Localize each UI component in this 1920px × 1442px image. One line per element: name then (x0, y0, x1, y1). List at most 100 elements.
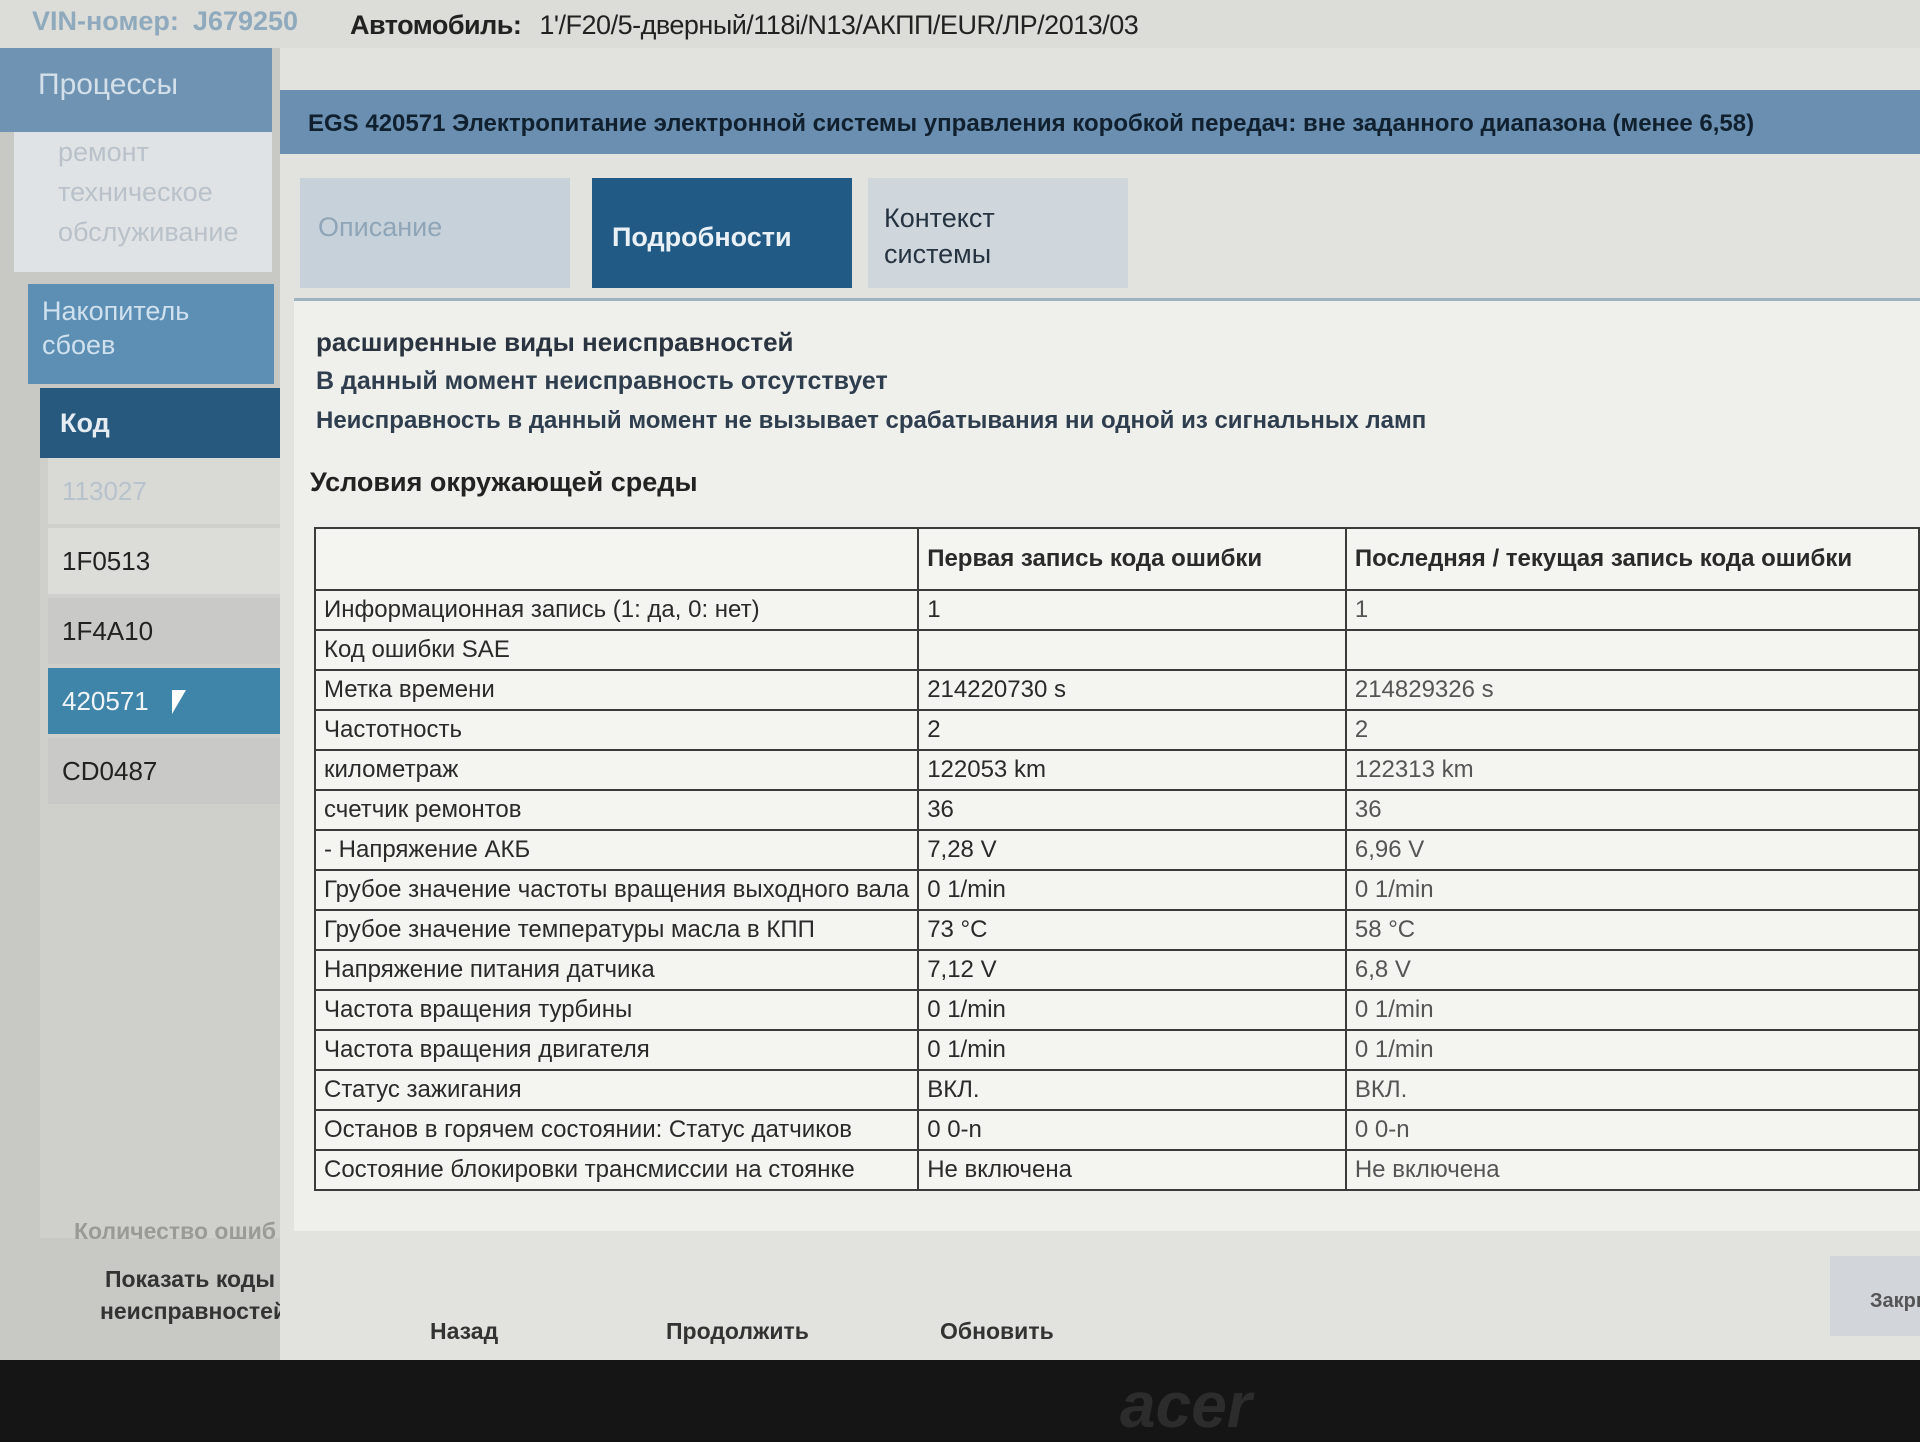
code-column-header[interactable]: Код (40, 388, 280, 458)
list-item[interactable]: 1F4A10 (48, 598, 280, 664)
row-label: Останов в горячем состоянии: Статус датч… (313, 1109, 920, 1151)
table-row: Состояние блокировки трансмиссии на стоя… (313, 1149, 1920, 1191)
first-record-value: 122053 km (917, 749, 1347, 791)
vehicle-label: Автомобиль: (350, 10, 522, 40)
table-row: Метка времени 214220730 s 214829326 s (313, 669, 1920, 711)
mouse-cursor-icon (172, 690, 186, 714)
app-screen: VIN-номер: J679250 Автомобиль: 1'/F20/5-дв… (0, 0, 1920, 1360)
table-row: Частотность 2 2 (313, 709, 1920, 751)
last-record-value (1344, 629, 1920, 671)
row-label: километраж (313, 749, 920, 791)
error-count-label: Количество ошиб (74, 1218, 277, 1244)
first-record-value: 214220730 s (917, 669, 1347, 711)
sidebar-item-label: ремонт (58, 137, 149, 167)
list-item-selected[interactable]: 420571 (48, 668, 280, 734)
details-content: расширенные виды неисправностей В данный… (294, 298, 1920, 1231)
sidebar-item-label: Накопитель (42, 296, 190, 326)
sidebar: Процессы ремонт техническое обслуживание… (0, 48, 287, 1360)
warning-lamp-status-text: Неисправность в данный момент не вызывае… (316, 407, 1427, 434)
table-row: километраж 122053 km 122313 km (313, 749, 1920, 791)
tab-details[interactable]: Подробности (592, 178, 852, 288)
table-row: - Напряжение АКБ 7,28 V 6,96 V (313, 829, 1920, 871)
first-record-value (917, 629, 1347, 671)
continue-button[interactable]: Продолжить (666, 1318, 809, 1345)
sidebar-item-label: техническое (58, 177, 213, 207)
close-button[interactable]: Закрыть (1830, 1256, 1920, 1336)
vin-value: J679250 (192, 6, 299, 36)
last-record-value: 214829326 s (1344, 669, 1920, 711)
table-row: Частота вращения турбины 0 1/min 0 1/min (313, 989, 1920, 1031)
first-record-value: 0 1/min (917, 1029, 1347, 1071)
fault-code-list: Код 113027 1F0513 1F4A10 420571 CD0487 (40, 388, 280, 1238)
sidebar-item-label: обслуживание (58, 217, 239, 247)
first-record-value: Не включена (917, 1149, 1347, 1191)
first-record-value: 73 °C (917, 909, 1347, 951)
list-item[interactable]: 1F0513 (48, 528, 280, 594)
brand-logo: acer (1120, 1369, 1252, 1441)
main-panel: ЕGS 420571 Электропитание электронной си… (280, 48, 1920, 1360)
first-record-value: 2 (917, 709, 1347, 751)
table-row: Частота вращения двигателя 0 1/min 0 1/min (313, 1029, 1920, 1071)
refresh-button[interactable]: Обновить (940, 1318, 1054, 1345)
fault-status-text: В данный момент неисправность отсутствуе… (316, 367, 888, 395)
tab-bar: Описание Подробности Контекст системы (300, 178, 1200, 298)
table-row: Грубое значение частоты вращения выходно… (313, 869, 1920, 911)
table-header-row: Первая запись кода ошибки Последняя / те… (313, 527, 1920, 591)
show-fault-codes-button[interactable]: Показать коды неисправностей (100, 1263, 287, 1327)
vehicle-header: VIN-номер: J679250 Автомобиль: 1'/F20/5-дв… (0, 0, 1920, 48)
back-button[interactable]: Назад (430, 1318, 498, 1345)
tab-description[interactable]: Описание (300, 178, 570, 288)
list-item[interactable]: CD0487 (48, 738, 280, 804)
last-record-value: 122313 km (1344, 749, 1920, 791)
table-row: счетчик ремонтов 36 36 (313, 789, 1920, 831)
sidebar-item-label: сбоев (42, 330, 116, 360)
first-record-value: 36 (917, 789, 1347, 831)
row-label: Грубое значение температуры масла в КПП (313, 909, 920, 951)
table-row: Информационная запись (1: да, 0: нет) 1 1 (313, 589, 1920, 631)
first-record-value: 0 0-n (917, 1109, 1347, 1151)
list-item[interactable]: 113027 (48, 458, 280, 524)
last-record-value: 1 (1344, 589, 1920, 631)
vin-info: VIN-номер: J679250 (18, 6, 298, 37)
sidebar-item-processes[interactable]: Процессы (0, 48, 272, 132)
row-label: Частота вращения двигателя (313, 1029, 920, 1071)
first-record-value: 7,28 V (917, 829, 1347, 871)
environment-conditions-table: Первая запись кода ошибки Последняя / те… (313, 527, 1920, 1191)
row-label: - Напряжение АКБ (313, 829, 920, 871)
row-label: Частотность (313, 709, 920, 751)
last-record-value: 0 1/min (1344, 989, 1920, 1031)
fault-title: ЕGS 420571 Электропитание электронной си… (308, 110, 1755, 137)
row-label: Частота вращения турбины (313, 989, 920, 1031)
last-record-value: ВКЛ. (1344, 1069, 1920, 1111)
row-label: Грубое значение частоты вращения выходно… (313, 869, 920, 911)
row-label: Напряжение питания датчика (313, 949, 920, 991)
first-record-value: 1 (917, 589, 1347, 631)
fault-code: 420571 (62, 686, 149, 716)
last-record-value: 0 1/min (1344, 869, 1920, 911)
code-header-label: Код (60, 408, 110, 438)
fault-code: 1F0513 (62, 546, 151, 576)
table-header-blank (313, 527, 920, 591)
tab-label: системы (884, 239, 992, 269)
last-record-value: 6,8 V (1344, 949, 1920, 991)
last-record-value: Не включена (1344, 1149, 1920, 1191)
tab-label: Контекст (884, 203, 995, 233)
environment-conditions-title: Условия окружающей среды (310, 467, 698, 497)
vehicle-info: Автомобиль: 1'/F20/5-дверный/118i/N13/АКП… (350, 10, 1139, 41)
sidebar-item-repair[interactable]: ремонт техническое обслуживание (14, 132, 272, 272)
last-record-value: 0 1/min (1344, 1029, 1920, 1071)
table-row: Останов в горячем состоянии: Статус датч… (313, 1109, 1920, 1151)
close-label: Закрыть (1870, 1290, 1920, 1312)
fault-code: 113027 (62, 476, 147, 506)
table-row: Грубое значение температуры масла в КПП 7… (313, 909, 1920, 951)
laptop-bezel: acer (0, 1360, 1920, 1441)
table-row: Напряжение питания датчика 7,12 V 6,8 V (313, 949, 1920, 991)
footer-bar: Назад Продолжить Обновить (280, 1288, 1920, 1360)
row-label: счетчик ремонтов (313, 789, 920, 831)
sidebar-item-fault-memory[interactable]: Накопитель сбоев (28, 284, 274, 384)
vehicle-value: 1'/F20/5-дверный/118i/N13/АКПП/EUR/ЛР/20… (539, 10, 1139, 40)
table-body: Информационная запись (1: да, 0: нет) 1 1 К… (313, 589, 1920, 1191)
tab-system-context[interactable]: Контекст системы (868, 178, 1128, 288)
extended-fault-types-title: расширенные виды неисправностей (316, 327, 794, 357)
row-label: Статус зажигания (313, 1069, 920, 1111)
